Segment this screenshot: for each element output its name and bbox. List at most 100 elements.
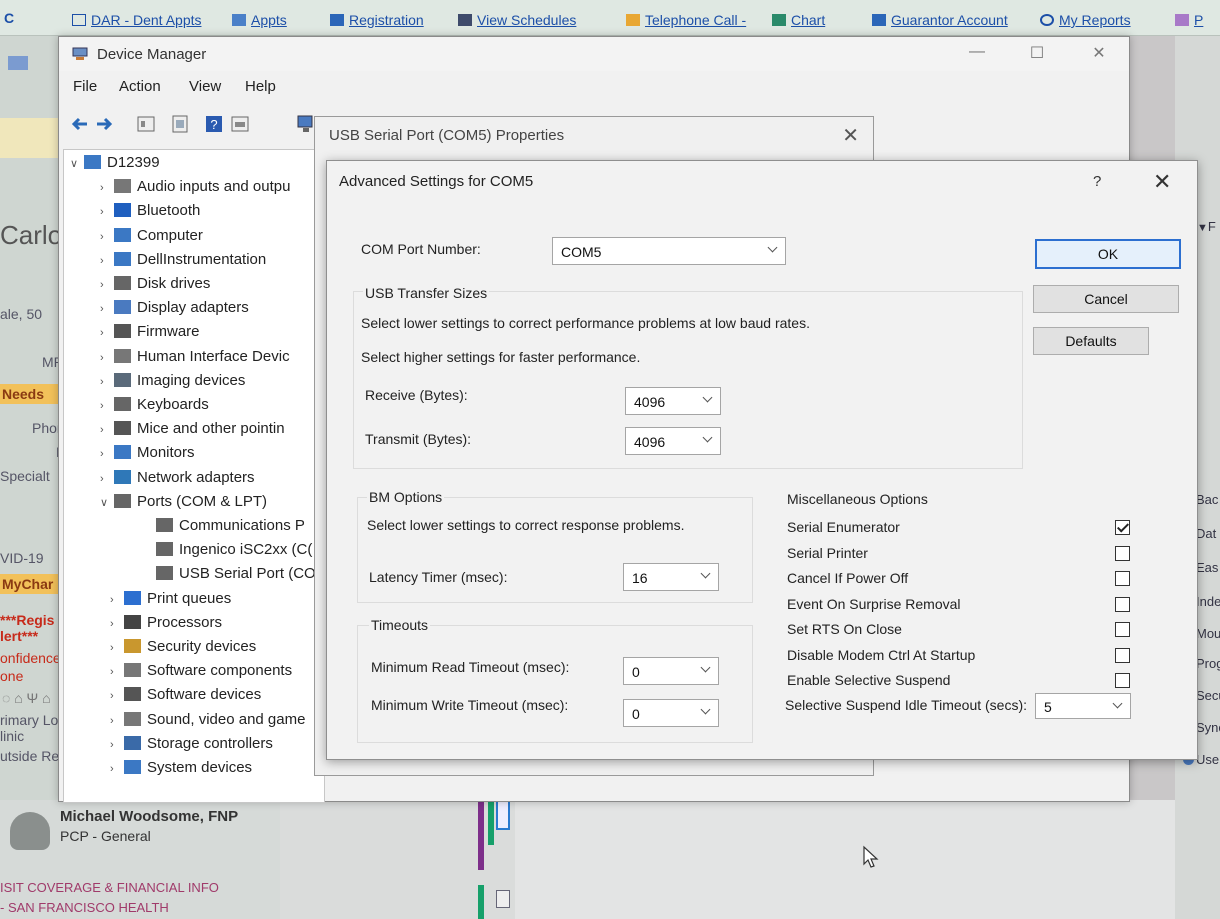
chevron-right-icon[interactable]: › (100, 206, 114, 218)
misc-option-checkbox[interactable] (1115, 622, 1130, 637)
misc-option-checkbox[interactable] (1115, 647, 1130, 663)
tree-node-item-2[interactable]: › Computer (100, 227, 203, 244)
toolbar-registration-link[interactable]: Registration (330, 12, 424, 28)
dialog-close-icon[interactable]: ✕ (1153, 169, 1171, 195)
help-icon[interactable]: ? (1093, 173, 1101, 190)
coverage-heading[interactable]: ISIT COVERAGE & FINANCIAL INFO (0, 880, 219, 895)
chevron-right-icon[interactable]: › (100, 279, 114, 291)
provider-card: Michael Woodsome, FNP PCP - General ISIT… (0, 800, 280, 919)
tree-node-item-12[interactable]: › Network adapters (100, 469, 255, 486)
chevron-right-icon[interactable]: › (100, 400, 114, 412)
chevron-right-icon[interactable]: › (100, 424, 114, 436)
misc-option-checkbox[interactable] (1115, 673, 1130, 688)
toolbar-chart-link[interactable]: Chart (772, 12, 825, 28)
sidebar-nav-icon[interactable] (8, 56, 28, 70)
tree-node-item-0[interactable]: › Audio inputs and outpu (100, 178, 290, 195)
toolbar-view-schedules-link[interactable]: View Schedules (458, 12, 576, 28)
right-f-item[interactable]: ▼F (1197, 219, 1216, 234)
chevron-right-icon[interactable]: › (100, 327, 114, 339)
tree-node-item-8[interactable]: › Imaging devices (100, 372, 245, 389)
receive-select[interactable]: 4096 (625, 387, 721, 415)
document-tab-2[interactable] (496, 890, 510, 908)
chevron-right-icon[interactable]: › (100, 376, 114, 388)
provider-name[interactable]: Michael Woodsome, FNP (60, 808, 238, 825)
cancel-button[interactable]: Cancel (1033, 285, 1179, 313)
toolbar-guarantor-link[interactable]: Guarantor Account (872, 12, 1008, 28)
chevron-right-icon[interactable]: › (110, 618, 124, 630)
tree-node-after-3[interactable]: › Software components (110, 662, 292, 679)
min-read-select[interactable]: 0 (623, 657, 719, 685)
document-tab[interactable] (496, 800, 510, 830)
tree-node-item-4[interactable]: › Disk drives (100, 275, 210, 292)
minimize-icon[interactable]: — (957, 43, 997, 65)
device-manager-titlebar[interactable]: Device Manager — ☐ ✕ (59, 37, 1129, 71)
toolbar-appts-link[interactable]: Appts (232, 12, 287, 28)
misc-option-checkbox[interactable] (1115, 545, 1130, 561)
transmit-select[interactable]: 4096 (625, 427, 721, 455)
tree-node-after-4[interactable]: › Software devices (110, 686, 261, 703)
tree-node-item-1[interactable]: › Bluetooth (100, 202, 200, 219)
tree-node-item-6[interactable]: › Firmware (100, 323, 200, 340)
help-icon[interactable]: ? (203, 113, 225, 135)
chevron-down-icon[interactable]: ∨ (100, 496, 114, 509)
chevron-right-icon[interactable]: › (110, 715, 124, 727)
tree-node-port-0[interactable]: Communications P (156, 517, 305, 534)
forward-arrow-icon[interactable] (93, 113, 115, 135)
chevron-right-icon[interactable]: › (100, 473, 114, 485)
chevron-down-icon[interactable]: ∨ (70, 157, 84, 170)
tree-node-item-13[interactable]: ∨ Ports (COM & LPT) (100, 493, 267, 510)
camera-icon (114, 372, 131, 387)
chevron-right-icon[interactable]: › (110, 739, 124, 751)
toolbar-telephone-call-link[interactable]: Telephone Call - (626, 12, 746, 28)
tree-node-after-2[interactable]: › Security devices (110, 638, 256, 655)
properties-close-icon[interactable]: ✕ (842, 123, 859, 148)
menu-help[interactable]: Help (245, 78, 276, 95)
maximize-icon[interactable]: ☐ (1017, 43, 1057, 65)
tree-node-port-2[interactable]: USB Serial Port (CO (156, 565, 316, 582)
toolbar-extra-link[interactable]: P (1175, 12, 1203, 28)
misc-option-checkbox[interactable] (1115, 571, 1130, 586)
tree-node-item-9[interactable]: › Keyboards (100, 396, 209, 413)
tree-node-item-7[interactable]: › Human Interface Devic (100, 348, 290, 365)
min-write-select[interactable]: 0 (623, 699, 719, 727)
toolbar-dar-link[interactable]: DAR - Dent Appts (72, 12, 202, 28)
menu-file[interactable]: File (73, 78, 97, 95)
chevron-right-icon[interactable]: › (110, 642, 124, 654)
tree-node-after-5[interactable]: › Sound, video and game (110, 711, 305, 728)
tree-node-item-5[interactable]: › Display adapters (100, 299, 249, 316)
chevron-right-icon[interactable]: › (100, 255, 114, 267)
menu-view[interactable]: View (189, 78, 221, 95)
tree-node-item-3[interactable]: › DellInstrumentation (100, 251, 266, 268)
back-arrow-icon[interactable] (69, 113, 91, 135)
tree-node-item-10[interactable]: › Mice and other pointin (100, 420, 285, 437)
misc-option-checkbox[interactable] (1115, 520, 1130, 535)
chevron-right-icon[interactable]: › (110, 763, 124, 775)
scan-view-icon[interactable] (229, 113, 251, 135)
properties-view-icon[interactable] (135, 113, 157, 135)
chevron-right-icon[interactable]: › (100, 352, 114, 364)
tree-node-after-1[interactable]: › Processors (110, 614, 222, 631)
tree-node-root[interactable]: ∨ D12399 (70, 154, 160, 171)
com-port-select[interactable]: COM5 (552, 237, 786, 265)
chevron-right-icon[interactable]: › (100, 231, 114, 243)
tree-node-after-6[interactable]: › Storage controllers (110, 735, 273, 752)
tree-node-after-0[interactable]: › Print queues (110, 590, 231, 607)
tree-node-after-7[interactable]: › System devices (110, 759, 252, 776)
ok-button[interactable]: OK (1035, 239, 1181, 269)
chevron-right-icon[interactable]: › (110, 594, 124, 606)
chevron-right-icon[interactable]: › (100, 182, 114, 194)
defaults-button[interactable]: Defaults (1033, 327, 1149, 355)
misc-option-checkbox[interactable] (1115, 596, 1130, 612)
close-icon[interactable]: ✕ (1079, 43, 1119, 65)
document-view-icon[interactable] (169, 113, 191, 135)
chevron-right-icon[interactable]: › (110, 690, 124, 702)
toolbar-my-reports-link[interactable]: My Reports (1040, 12, 1131, 28)
chevron-right-icon[interactable]: › (100, 448, 114, 460)
tree-node-port-1[interactable]: Ingenico iSC2xx (C( (156, 541, 312, 558)
tree-node-item-11[interactable]: › Monitors (100, 444, 195, 461)
chevron-right-icon[interactable]: › (100, 303, 114, 315)
menu-action[interactable]: Action (119, 78, 161, 95)
latency-select[interactable]: 16 (623, 563, 719, 591)
suspend-timeout-select[interactable]: 5 (1035, 693, 1131, 719)
chevron-right-icon[interactable]: › (110, 666, 124, 678)
